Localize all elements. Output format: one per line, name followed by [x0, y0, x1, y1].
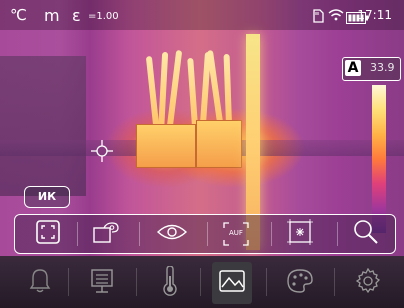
status-bar: ℃ m ε =1.00 17:11: [0, 0, 404, 30]
toolbar-separator: [207, 222, 208, 246]
image-frame-icon: [287, 219, 313, 249]
nav-separator: [266, 268, 267, 296]
emissivity-value: =1.00: [88, 11, 119, 22]
eye-icon: [156, 222, 188, 246]
camera-mode-button[interactable]: [89, 218, 123, 250]
visible-view-button[interactable]: [155, 218, 189, 250]
camera-icon: [92, 220, 120, 248]
breaker-block: [196, 120, 242, 168]
measurement-mode: m: [44, 6, 61, 25]
auto-focus-label: AUF: [229, 229, 243, 237]
image-icon: [218, 268, 246, 298]
emissivity-symbol: ε: [72, 6, 81, 25]
toolbar-separator: [337, 222, 338, 246]
clock: 17:11: [357, 8, 392, 22]
search-icon: [353, 219, 379, 249]
toolbar-separator: [271, 222, 272, 246]
temperature-button[interactable]: [150, 265, 190, 300]
temperature-unit: ℃: [10, 6, 27, 24]
menu-icon: [90, 268, 114, 298]
breaker-block: [136, 124, 196, 168]
temperature-scale-header[interactable]: A 33.9: [342, 57, 401, 81]
ir-mode-button[interactable]: ИК: [24, 186, 70, 208]
auto-scale-badge: A: [345, 60, 361, 76]
scale-max-temperature: 33.9: [370, 61, 395, 74]
toolbar: AUF: [14, 214, 396, 254]
nav-separator: [200, 268, 201, 296]
nav-separator: [136, 268, 137, 296]
fullscreen-icon: [36, 220, 60, 248]
toolbar-separator: [77, 222, 78, 246]
nav-separator: [334, 268, 335, 296]
wifi-icon: [328, 7, 344, 26]
color-scale-bar: [372, 85, 386, 233]
sd-card-icon: [312, 8, 324, 27]
toolbar-separator: [139, 222, 140, 246]
nav-separator: [68, 268, 69, 296]
settings-button[interactable]: [348, 266, 388, 300]
center-crosshair-icon: [91, 140, 113, 162]
gear-icon: [355, 267, 381, 298]
alarm-button[interactable]: [20, 266, 60, 300]
image-fusion-button[interactable]: [283, 218, 317, 250]
fullscreen-button[interactable]: [31, 218, 65, 250]
bell-icon: [29, 268, 51, 298]
thermometer-icon: [162, 265, 178, 300]
palette-button[interactable]: [280, 266, 320, 300]
auto-focus-icon: AUF: [222, 221, 250, 247]
menu-button[interactable]: [82, 266, 122, 300]
bottom-nav: [0, 256, 404, 308]
auto-focus-button[interactable]: AUF: [219, 218, 253, 250]
cabinet-panel: [0, 56, 86, 196]
thermal-camera-screen: ℃ m ε =1.00 17:11 A 33.9 ИК AUF: [0, 0, 404, 308]
image-mode-button[interactable]: [212, 262, 252, 304]
palette-icon: [286, 268, 314, 298]
zoom-button[interactable]: [349, 218, 383, 250]
